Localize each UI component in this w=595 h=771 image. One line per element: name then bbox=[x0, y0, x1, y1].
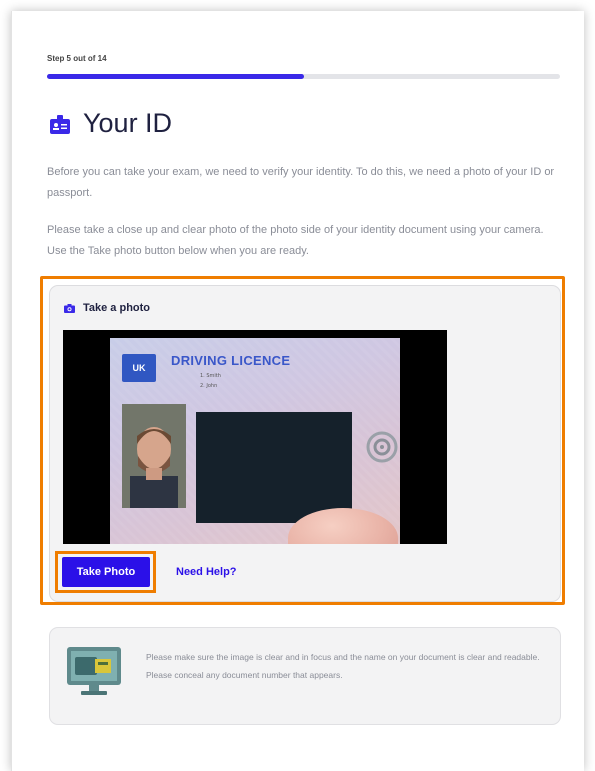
intro-paragraph-1: Before you can take your exam, we need t… bbox=[47, 166, 555, 199]
id-badge-icon bbox=[50, 114, 70, 134]
page-title: Your ID bbox=[83, 108, 173, 138]
intro-paragraph-2: Please take a close up and clear photo o… bbox=[47, 224, 544, 257]
page-title-row: Your ID bbox=[49, 108, 172, 139]
monitor-document-icon bbox=[67, 647, 121, 695]
tip-text: Please make sure the image is clear and … bbox=[146, 652, 540, 680]
tip-card: Please make sure the image is clear and … bbox=[49, 627, 561, 725]
need-help-link[interactable]: Need Help? bbox=[176, 566, 237, 578]
progress-bar bbox=[47, 74, 560, 79]
step-label: Step 5 out of 14 bbox=[47, 54, 107, 63]
take-photo-highlight bbox=[55, 551, 156, 593]
progress-fill bbox=[47, 74, 304, 79]
